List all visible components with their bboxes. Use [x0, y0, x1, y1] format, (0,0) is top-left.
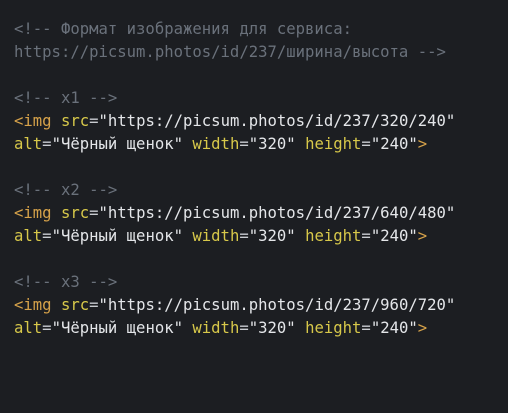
tag-close: > [417, 319, 428, 337]
equals-sign: = [361, 135, 371, 153]
value-height: "240" [370, 135, 418, 153]
img-tag-line-1: <img src="https://picsum.photos/id/237/6… [14, 202, 508, 225]
comment-x3: <!-- x3 --> [14, 271, 508, 294]
tag-close: > [417, 135, 428, 153]
attr-alt: alt [14, 227, 43, 245]
equals-sign: = [42, 227, 52, 245]
img-tag-line-2: alt="Чёрный щенок" width="320" height="2… [14, 133, 508, 156]
tag-open: <img [14, 112, 52, 130]
tag-open: <img [14, 204, 52, 222]
attr-alt: alt [14, 319, 43, 337]
value-alt: "Чёрный щенок" [51, 319, 183, 337]
comment-text: https://picsum.photos/id/237/ширина/высо… [14, 43, 446, 61]
attr-alt: alt [14, 135, 43, 153]
attr-height: height [305, 319, 362, 337]
attr-height: height [305, 135, 362, 153]
equals-sign: = [42, 135, 52, 153]
equals-sign: = [239, 319, 249, 337]
comment-text: <!-- x3 --> [14, 273, 118, 291]
equals-sign: = [239, 135, 249, 153]
value-src: "https://picsum.photos/id/237/320/240" [98, 112, 456, 130]
attr-src: src [60, 112, 90, 130]
attr-width: width [192, 319, 240, 337]
comment-line-1: <!-- Формат изображения для сервиса: [14, 18, 508, 41]
comment-text: <!-- x2 --> [14, 181, 118, 199]
attr-width: width [192, 135, 240, 153]
equals-sign: = [89, 296, 99, 314]
attr-height: height [305, 227, 362, 245]
equals-sign: = [239, 227, 249, 245]
img-tag-line-2: alt="Чёрный щенок" width="320" height="2… [14, 225, 508, 248]
attr-width: width [192, 227, 240, 245]
img-tag-line-1: <img src="https://picsum.photos/id/237/9… [14, 294, 508, 317]
value-height: "240" [370, 319, 418, 337]
comment-x1: <!-- x1 --> [14, 87, 508, 110]
value-src: "https://picsum.photos/id/237/960/720" [98, 296, 456, 314]
img-tag-line-1: <img src="https://picsum.photos/id/237/3… [14, 110, 508, 133]
value-width: "320" [248, 319, 296, 337]
value-src: "https://picsum.photos/id/237/640/480" [98, 204, 456, 222]
tag-open: <img [14, 296, 52, 314]
img-tag-line-2: alt="Чёрный щенок" width="320" height="2… [14, 317, 508, 340]
tag-close: > [417, 227, 428, 245]
comment-text: <!-- Формат изображения для сервиса: [14, 20, 352, 38]
equals-sign: = [42, 319, 52, 337]
attr-src: src [60, 296, 90, 314]
value-alt: "Чёрный щенок" [51, 227, 183, 245]
attr-src: src [60, 204, 90, 222]
value-width: "320" [248, 135, 296, 153]
comment-x2: <!-- x2 --> [14, 179, 508, 202]
equals-sign: = [361, 319, 371, 337]
value-width: "320" [248, 227, 296, 245]
comment-line-2: https://picsum.photos/id/237/ширина/высо… [14, 41, 508, 64]
comment-text: <!-- x1 --> [14, 89, 118, 107]
value-alt: "Чёрный щенок" [51, 135, 183, 153]
equals-sign: = [89, 204, 99, 222]
value-height: "240" [370, 227, 418, 245]
equals-sign: = [89, 112, 99, 130]
equals-sign: = [361, 227, 371, 245]
code-block: <!-- Формат изображения для сервиса: http… [0, 0, 508, 413]
